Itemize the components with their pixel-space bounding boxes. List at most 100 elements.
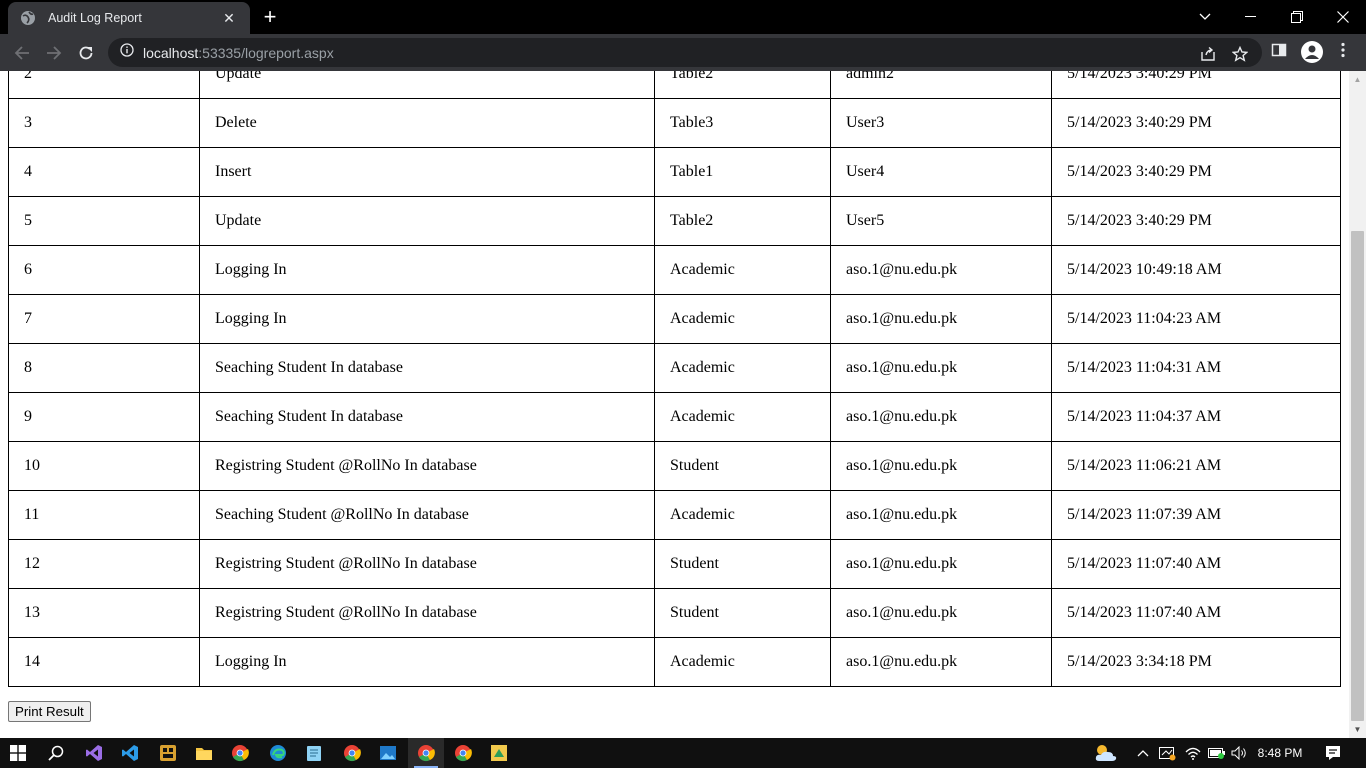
table-row: 10 Registring Student @RollNo In database…: [8, 441, 1341, 491]
log-timestamp-cell: 5/14/2023 10:49:18 AM: [1051, 245, 1341, 295]
volume-icon[interactable]: [1228, 738, 1250, 768]
side-panel-icon[interactable]: [1271, 42, 1287, 63]
network-status-icon[interactable]: [1156, 738, 1178, 768]
table-row: 13 Registring Student @RollNo In database…: [8, 588, 1341, 638]
table-row: 11 Seaching Student @RollNo In database Ac…: [8, 490, 1341, 540]
log-table-name-cell: Academic: [654, 490, 831, 540]
start-icon[interactable]: [0, 738, 36, 768]
notepad-icon[interactable]: [296, 738, 332, 768]
log-timestamp-cell: 5/14/2023 3:40:29 PM: [1051, 196, 1341, 246]
browser-tab-active[interactable]: Audit Log Report ✕: [8, 2, 250, 34]
audit-log-table: 2 Update Table2 admin2 5/14/2023 3:40:29 PM 3…: [8, 71, 1341, 687]
visual-studio-icon[interactable]: [76, 738, 112, 768]
log-id-cell: 5: [8, 196, 200, 246]
forward-button[interactable]: [41, 40, 67, 66]
restore-button[interactable]: [1274, 0, 1320, 34]
url-path: :53335/logreport.aspx: [198, 44, 334, 61]
globe-icon: [20, 10, 36, 26]
log-user-cell: User3: [830, 98, 1052, 148]
vscode-icon[interactable]: [112, 738, 148, 768]
chrome-icon[interactable]: [408, 738, 444, 768]
log-table-name-cell: Academic: [654, 294, 831, 344]
log-user-cell: aso.1@nu.edu.pk: [830, 343, 1052, 393]
notifications-icon[interactable]: [1320, 738, 1346, 768]
log-user-cell: aso.1@nu.edu.pk: [830, 441, 1052, 491]
search-icon[interactable]: [38, 738, 74, 768]
table-row: 7 Logging In Academic aso.1@nu.edu.pk 5/14/2…: [8, 294, 1341, 344]
log-id-cell: 2: [8, 71, 200, 99]
chrome-icon[interactable]: [222, 738, 258, 768]
log-user-cell: aso.1@nu.edu.pk: [830, 637, 1052, 687]
file-explorer-icon[interactable]: [186, 738, 222, 768]
log-table-name-cell: Academic: [654, 343, 831, 393]
log-action-cell: Registring Student @RollNo In database: [199, 588, 655, 638]
browser-menu-icon[interactable]: [1340, 42, 1346, 63]
table-row: 8 Seaching Student In database Academic aso…: [8, 343, 1341, 393]
tab-search-chevron-icon[interactable]: [1182, 0, 1228, 34]
table-row: 12 Registring Student @RollNo In database…: [8, 539, 1341, 589]
table-row: 3 Delete Table3 User3 5/14/2023 3:40:29 PM: [8, 98, 1341, 148]
table-row: 4 Insert Table1 User4 5/14/2023 3:40:29 PM: [8, 147, 1341, 197]
bookmark-star-icon[interactable]: [1231, 45, 1249, 67]
log-table-name-cell: Table2: [654, 196, 831, 246]
weather-icon[interactable]: [1090, 738, 1122, 768]
log-timestamp-cell: 5/14/2023 3:40:29 PM: [1051, 98, 1341, 148]
scroll-up-arrow-icon[interactable]: ▲: [1349, 71, 1366, 88]
log-user-cell: aso.1@nu.edu.pk: [830, 588, 1052, 638]
vertical-scrollbar[interactable]: ▲ ▼: [1349, 71, 1366, 738]
close-tab-icon[interactable]: ✕: [220, 10, 238, 27]
log-timestamp-cell: 5/14/2023 3:40:29 PM: [1051, 147, 1341, 197]
log-user-cell: User4: [830, 147, 1052, 197]
log-action-cell: Seaching Student In database: [199, 392, 655, 442]
log-id-cell: 11: [8, 490, 200, 540]
print-result-button[interactable]: Print Result: [8, 701, 91, 722]
log-id-cell: 12: [8, 539, 200, 589]
log-user-cell: aso.1@nu.edu.pk: [830, 490, 1052, 540]
edge-icon[interactable]: [260, 738, 296, 768]
new-tab-button[interactable]: +: [258, 6, 282, 30]
log-id-cell: 3: [8, 98, 200, 148]
scroll-down-arrow-icon[interactable]: ▼: [1349, 721, 1366, 738]
close-window-button[interactable]: [1320, 0, 1366, 34]
log-timestamp-cell: 5/14/2023 11:07:40 AM: [1051, 539, 1341, 589]
profile-avatar-icon[interactable]: [1300, 40, 1324, 69]
table-row: 14 Logging In Academic aso.1@nu.edu.pk 5/14/…: [8, 637, 1341, 687]
chrome-icon[interactable]: [445, 738, 481, 768]
log-table-name-cell: Student: [654, 441, 831, 491]
taskbar-clock[interactable]: 8:48 PM: [1250, 738, 1310, 768]
log-action-cell: Registring Student @RollNo In database: [199, 441, 655, 491]
log-action-cell: Logging In: [199, 294, 655, 344]
log-action-cell: Update: [199, 71, 655, 99]
log-id-cell: 4: [8, 147, 200, 197]
log-id-cell: 8: [8, 343, 200, 393]
log-action-cell: Update: [199, 196, 655, 246]
log-timestamp-cell: 5/14/2023 11:07:40 AM: [1051, 588, 1341, 638]
scrollbar-thumb[interactable]: [1351, 231, 1364, 721]
photos-icon[interactable]: [370, 738, 406, 768]
minimize-button[interactable]: [1228, 0, 1274, 34]
app-icon[interactable]: [150, 738, 186, 768]
site-info-icon[interactable]: [120, 43, 134, 62]
browser-titlebar: Audit Log Report ✕ +: [0, 0, 1366, 34]
log-user-cell: User5: [830, 196, 1052, 246]
chrome-icon[interactable]: [334, 738, 370, 768]
log-user-cell: aso.1@nu.edu.pk: [830, 392, 1052, 442]
share-icon[interactable]: [1200, 46, 1216, 67]
log-table-name-cell: Academic: [654, 637, 831, 687]
reload-button[interactable]: [73, 40, 99, 66]
address-bar[interactable]: localhost:53335/logreport.aspx: [108, 38, 1262, 67]
log-table-name-cell: Table2: [654, 71, 831, 99]
log-id-cell: 6: [8, 245, 200, 295]
app-icon[interactable]: [481, 738, 517, 768]
battery-icon[interactable]: [1206, 738, 1228, 768]
show-hidden-icons-chevron-icon[interactable]: [1134, 738, 1152, 768]
page-viewport: 2 Update Table2 admin2 5/14/2023 3:40:29 PM 3…: [0, 71, 1349, 738]
log-user-cell: admin2: [830, 71, 1052, 99]
log-user-cell: aso.1@nu.edu.pk: [830, 245, 1052, 295]
log-action-cell: Seaching Student In database: [199, 343, 655, 393]
wifi-icon[interactable]: [1182, 738, 1204, 768]
back-button[interactable]: [9, 40, 35, 66]
table-row: 2 Update Table2 admin2 5/14/2023 3:40:29 PM: [8, 71, 1341, 99]
log-action-cell: Logging In: [199, 245, 655, 295]
log-user-cell: aso.1@nu.edu.pk: [830, 539, 1052, 589]
